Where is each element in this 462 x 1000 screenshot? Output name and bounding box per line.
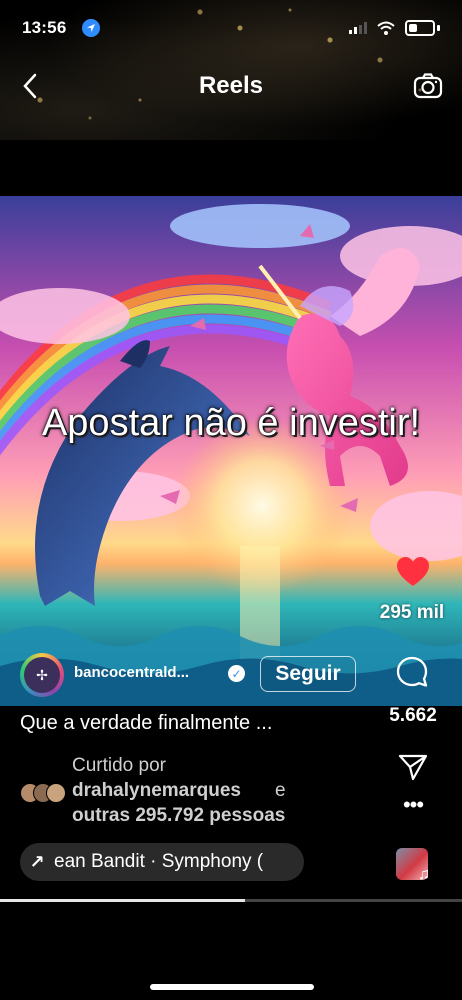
status-icons: [349, 20, 440, 36]
page-title: Reels: [198, 72, 264, 99]
audio-track-label: ean Bandit · Symphony (: [54, 851, 264, 872]
comment-bubble-icon: [396, 656, 428, 687]
video-progress-fill: [0, 899, 245, 902]
more-dots-icon: •••: [402, 792, 424, 817]
wifi-icon: [377, 21, 395, 35]
liked-by-avatars: [20, 783, 66, 803]
liked-by-others[interactable]: outras 295.792 pessoas: [72, 805, 285, 827]
share-button[interactable]: [398, 753, 428, 781]
arrow-up-right-icon: ↗: [29, 851, 45, 872]
username[interactable]: bancocentrald...: [74, 664, 224, 681]
paper-plane-icon: [398, 754, 428, 781]
liked-by-and: e: [275, 780, 286, 801]
like-count[interactable]: 295 mil: [364, 602, 460, 624]
location-arrow-icon: [82, 19, 100, 37]
camera-icon: [413, 73, 443, 99]
camera-button[interactable]: [408, 66, 448, 106]
cellular-signal-icon: [349, 22, 367, 34]
avatar[interactable]: ✢: [20, 653, 64, 697]
avatar-logo: ✢: [24, 657, 60, 693]
reel-video[interactable]: [0, 196, 462, 706]
verified-badge-icon: ✓: [228, 665, 245, 682]
comment-count[interactable]: 5.662: [368, 705, 458, 727]
music-note-icon: ♫: [418, 866, 430, 883]
follow-button[interactable]: Seguir: [260, 656, 356, 692]
heart-icon: [397, 557, 429, 586]
home-indicator[interactable]: [150, 984, 314, 990]
like-button[interactable]: [396, 556, 430, 588]
liked-by-user[interactable]: drahalynemarques: [72, 780, 241, 802]
video-overlay-text: Apostar não é investir!: [41, 402, 421, 444]
status-time: 13:56: [22, 18, 67, 37]
more-button[interactable]: •••: [398, 794, 428, 820]
caption[interactable]: Que a verdade finalmente ...: [20, 712, 272, 735]
battery-icon: [405, 20, 435, 36]
liked-avatar: [46, 783, 66, 803]
audio-track-pill[interactable]: ↗ ean Bandit · Symphony (: [20, 843, 304, 881]
liked-by-label: Curtido por: [72, 755, 166, 776]
video-artwork: [0, 196, 462, 706]
comment-button[interactable]: [396, 656, 428, 688]
